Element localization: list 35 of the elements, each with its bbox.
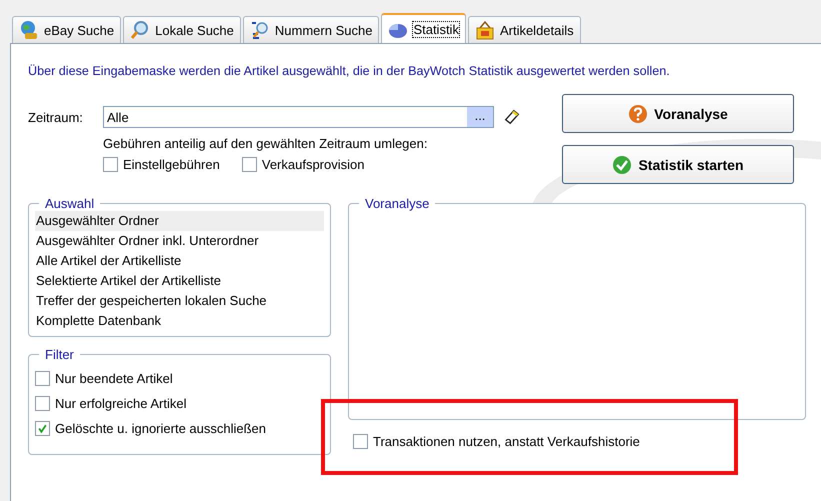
globe-icon bbox=[19, 20, 39, 40]
fees-label: Gebühren anteilig auf den gewählten Zeitraum umlegen: bbox=[103, 136, 428, 151]
group-title: Filter bbox=[44, 347, 75, 362]
eraser-icon[interactable] bbox=[503, 108, 521, 126]
list-item[interactable]: Komplette Datenbank bbox=[35, 311, 324, 331]
list-item[interactable]: Treffer der gespeicherten lokalen Suche bbox=[35, 291, 324, 311]
tab[interactable]: Lokale Suche bbox=[123, 16, 241, 43]
list-item[interactable]: Selektierte Artikel der Artikelliste bbox=[35, 271, 324, 291]
fee-checkbox[interactable]: Einstellgebühren bbox=[103, 157, 220, 172]
list-item[interactable]: Ausgewählter Ordner bbox=[35, 211, 324, 231]
filter-checkbox[interactable]: Gelöschte u. ignorierte ausschließen bbox=[35, 416, 324, 441]
bag-icon bbox=[474, 20, 495, 40]
filter-checkbox[interactable]: Nur erfolgreiche Artikel bbox=[35, 391, 324, 416]
group-title: Voranalyse bbox=[364, 196, 430, 211]
browse-button[interactable]: ... bbox=[467, 107, 493, 127]
filter-checkbox[interactable]: Nur beendete Artikel bbox=[35, 366, 324, 391]
help-icon bbox=[628, 104, 648, 124]
check-mark-icon bbox=[37, 423, 48, 434]
list-item[interactable]: Ausgewählter Ordner inkl. Unterordner bbox=[35, 231, 324, 251]
numbers-magnifier-icon bbox=[250, 20, 270, 40]
period-field[interactable]: Alle ... bbox=[103, 106, 494, 128]
list-item[interactable]: Alle Artikel der Artikelliste bbox=[35, 251, 324, 271]
preanalysis-button[interactable]: Voranalyse bbox=[562, 94, 794, 133]
tab[interactable]: Artikeldetails bbox=[468, 16, 581, 43]
start-button[interactable]: Statistik starten bbox=[562, 145, 794, 184]
tab[interactable]: eBay Suche bbox=[12, 16, 122, 43]
check-icon bbox=[612, 154, 632, 174]
transactions-checkbox[interactable]: Transaktionen nutzen, anstatt Verkaufshistorie bbox=[353, 434, 806, 449]
intro-text: Über diese Eingabemaske werden die Artikel ausgewählt, die in der BayWotch Statistik ausgewertet werden sollen. bbox=[28, 64, 671, 78]
group-title: Auswahl bbox=[44, 196, 96, 211]
period-label: Zeitraum: bbox=[28, 110, 84, 124]
fee-checkbox[interactable]: Verkaufsprovision bbox=[242, 157, 364, 172]
magnifier-icon bbox=[130, 20, 150, 40]
tab[interactable]: Nummern Suche bbox=[242, 16, 380, 43]
tab[interactable]: Statistik bbox=[381, 13, 466, 44]
